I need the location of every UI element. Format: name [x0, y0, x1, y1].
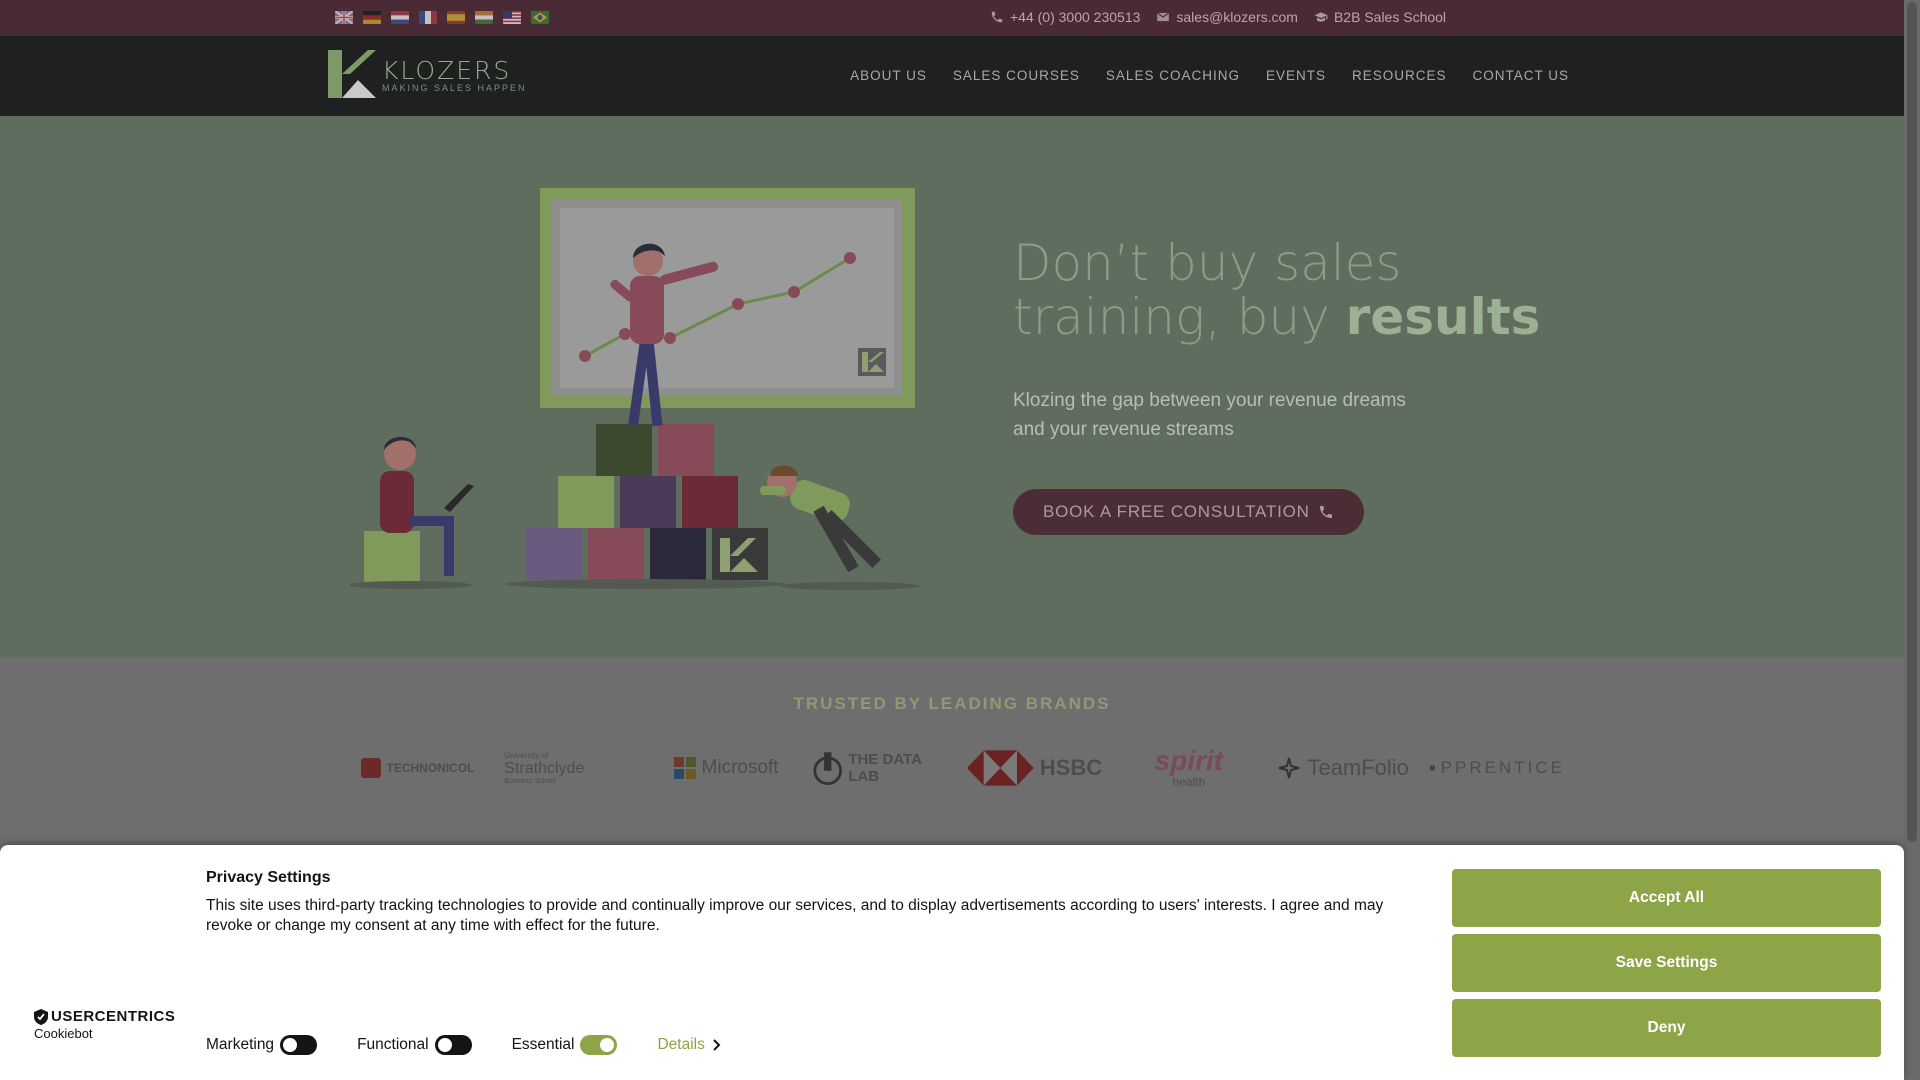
nav-contact-us[interactable]: CONTACT US [1472, 68, 1569, 83]
brand-logos-row: TECHNONICOL University of Strathclyde Bu… [350, 737, 1565, 799]
teamfolio-logo: TeamFolio [1276, 737, 1411, 799]
school-label[interactable]: B2B Sales School [1334, 9, 1446, 25]
usercentrics-logo: USERCENTRICS Cookiebot [34, 1008, 175, 1041]
phone-icon [1319, 506, 1332, 518]
functional-toggle[interactable] [434, 1035, 472, 1055]
spirit-health-logo: spirit health [1154, 745, 1224, 790]
graduation-cap-icon [1314, 12, 1328, 22]
nav-about-us[interactable]: ABOUT US [850, 68, 927, 83]
privacy-settings-text: This site uses third-party tracking tech… [206, 897, 1384, 934]
email-link[interactable]: sales@klozers.com [1156, 9, 1298, 25]
essential-toggle[interactable] [580, 1035, 618, 1055]
logo-name: KLOZERS [382, 55, 512, 85]
hero-section: Don’t buy sales training, buy results Kl… [0, 116, 1904, 657]
book-consultation-button[interactable]: BOOK A FREE CONSULTATION [1013, 489, 1364, 535]
apprentice-logo: PPRENTICE [1429, 737, 1565, 799]
france-flag-icon[interactable] [419, 11, 437, 24]
phone-number[interactable]: +44 (0) 3000 230513 [1010, 9, 1140, 25]
nav-sales-coaching[interactable]: SALES COACHING [1106, 68, 1240, 83]
hero-title-line1: Don’t buy sales [1013, 234, 1402, 292]
marketing-label: Marketing [206, 1036, 275, 1053]
nav-menu: ABOUT US SALES COURSES SALES COACHING EV… [850, 68, 1569, 83]
usercentrics-name: USERCENTRICS [51, 1008, 176, 1025]
phone-icon [991, 11, 1003, 23]
cookiebot-label: Cookiebot [34, 1026, 93, 1041]
hero-subtitle: Klozing the gap between your revenue dre… [1013, 390, 1406, 440]
netherlands-flag-icon[interactable] [391, 11, 409, 24]
spain-flag-icon[interactable] [447, 11, 465, 24]
hsbc-logo: HSBC [967, 737, 1102, 799]
essential-label: Essential [511, 1036, 575, 1053]
contact-info: +44 (0) 3000 230513 sales@klozers.com B2… [990, 9, 1446, 25]
essential-toggle-group: Essential [512, 1035, 618, 1055]
cta-label: BOOK A FREE CONSULTATION [1043, 502, 1310, 521]
cookie-consent-banner: USERCENTRICS Cookiebot Privacy Settings … [0, 845, 1904, 1080]
uk-flag-icon[interactable] [335, 11, 353, 24]
brands-title: TRUSTED BY LEADING BRANDS [793, 694, 1111, 713]
phone-link[interactable]: +44 (0) 3000 230513 [990, 9, 1140, 25]
main-navigation: KLOZERS MAKING SALES HAPPEN ABOUT US SAL… [0, 36, 1904, 116]
hero-title-bold: results [1345, 288, 1541, 346]
details-label: Details [657, 1036, 705, 1053]
klozers-k-logo-icon [328, 50, 376, 98]
school-link[interactable]: B2B Sales School [1314, 9, 1446, 25]
hsbc-hexagon-icon [967, 750, 1034, 786]
language-flags [335, 11, 549, 24]
hero-title: Don’t buy sales training, buy results [1013, 236, 1540, 344]
nav-resources[interactable]: RESOURCES [1352, 68, 1447, 83]
consent-toggles: Marketing Functional Essential Details [206, 1035, 721, 1055]
teamfolio-mark-icon [1279, 757, 1300, 779]
shield-icon [34, 1008, 48, 1025]
strathclyde-logo: University of Strathclyde Business Schoo… [504, 751, 585, 785]
apprentice-mark-icon [1429, 765, 1435, 771]
nav-events[interactable]: EVENTS [1266, 68, 1326, 83]
data-lab-mark-icon [813, 752, 842, 786]
technonicol-logo: TECHNONICOL [350, 737, 485, 799]
klozers-logo[interactable]: KLOZERS MAKING SALES HAPPEN [328, 50, 527, 98]
save-settings-button[interactable]: Save Settings [1452, 934, 1881, 992]
accept-all-button[interactable]: Accept All [1452, 869, 1881, 927]
sales-team-illustration [350, 188, 920, 590]
functional-toggle-group: Functional [357, 1035, 472, 1055]
logo-tagline: MAKING SALES HAPPEN [382, 82, 527, 93]
chevron-right-icon [713, 1039, 721, 1051]
india-flag-icon[interactable] [475, 11, 493, 24]
details-link[interactable]: Details [657, 1036, 721, 1054]
the-data-lab-logo: THE DATA LAB [813, 737, 948, 799]
privacy-settings-title: Privacy Settings [206, 869, 331, 886]
page-scrollbar[interactable] [1904, 0, 1920, 1080]
functional-label: Functional [357, 1036, 429, 1053]
deny-button[interactable]: Deny [1452, 999, 1881, 1057]
marketing-toggle-group: Marketing [206, 1035, 318, 1055]
email-address[interactable]: sales@klozers.com [1176, 9, 1298, 25]
envelope-icon [1157, 12, 1170, 22]
technonicol-mark-icon [360, 758, 381, 778]
brazil-flag-icon[interactable] [531, 11, 549, 24]
malaysia-flag-icon[interactable] [503, 11, 521, 24]
marketing-toggle[interactable] [280, 1035, 318, 1055]
germany-flag-icon[interactable] [363, 11, 381, 24]
top-bar: +44 (0) 3000 230513 sales@klozers.com B2… [0, 0, 1904, 36]
microsoft-squares-icon [673, 757, 696, 779]
hero-title-line2: training, buy [1013, 288, 1346, 346]
scrollbar-thumb[interactable] [1907, 2, 1917, 842]
nav-sales-courses[interactable]: SALES COURSES [953, 68, 1080, 83]
microsoft-logo: Microsoft [659, 737, 794, 799]
